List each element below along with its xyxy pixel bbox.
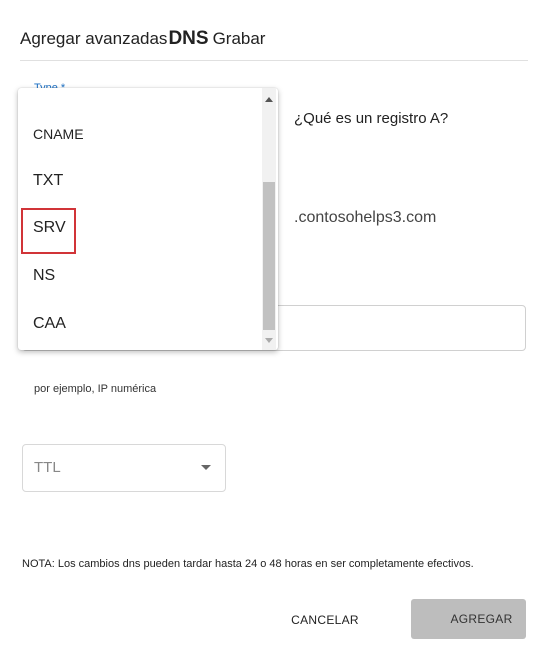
dropdown-option-cname[interactable]: CNAME <box>18 112 262 156</box>
value-hint: por ejemplo, IP numérica <box>34 383 157 395</box>
title-suffix: Grabar <box>212 29 266 48</box>
domain-suffix: .contosohelps3.com <box>294 209 437 226</box>
dropdown-scrollbar[interactable] <box>262 88 276 350</box>
ttl-select[interactable]: TTL <box>22 444 226 492</box>
dropdown-options: CNAME TXT SRV NS CAA <box>18 88 262 350</box>
add-dns-record-dialog: Agregar avanzadasDNSGrabar Type * ¿Qué e… <box>0 0 548 663</box>
dialog-title: Agregar avanzadasDNS Grabar <box>20 28 265 50</box>
scroll-up-icon[interactable] <box>265 97 273 102</box>
type-dropdown-list[interactable]: CNAME TXT SRV NS CAA <box>18 88 278 350</box>
title-prefix: Agregar avanzadas <box>20 29 168 48</box>
ttl-placeholder: TTL <box>34 459 61 476</box>
propagation-note: NOTA: Los cambios dns pueden tardar hast… <box>22 558 474 570</box>
dropdown-option-srv[interactable]: SRV <box>18 206 262 254</box>
highlight-box <box>21 208 76 254</box>
add-button-label: AGREGAR <box>450 612 513 626</box>
help-link[interactable]: ¿Qué es un registro A? <box>294 110 448 127</box>
dropdown-option-txt[interactable]: TXT <box>18 159 262 203</box>
title-dns: DNS <box>168 28 209 49</box>
scroll-down-icon[interactable] <box>265 338 273 343</box>
chevron-down-icon <box>201 465 211 470</box>
scrollbar-thumb[interactable] <box>263 182 275 330</box>
cancel-button[interactable]: CANCELAR <box>280 600 370 640</box>
dropdown-option-caa[interactable]: CAA <box>18 302 262 346</box>
add-button[interactable]: AGREGAR <box>411 599 526 639</box>
title-divider <box>20 60 528 61</box>
dropdown-option-ns[interactable]: NS <box>18 254 262 298</box>
